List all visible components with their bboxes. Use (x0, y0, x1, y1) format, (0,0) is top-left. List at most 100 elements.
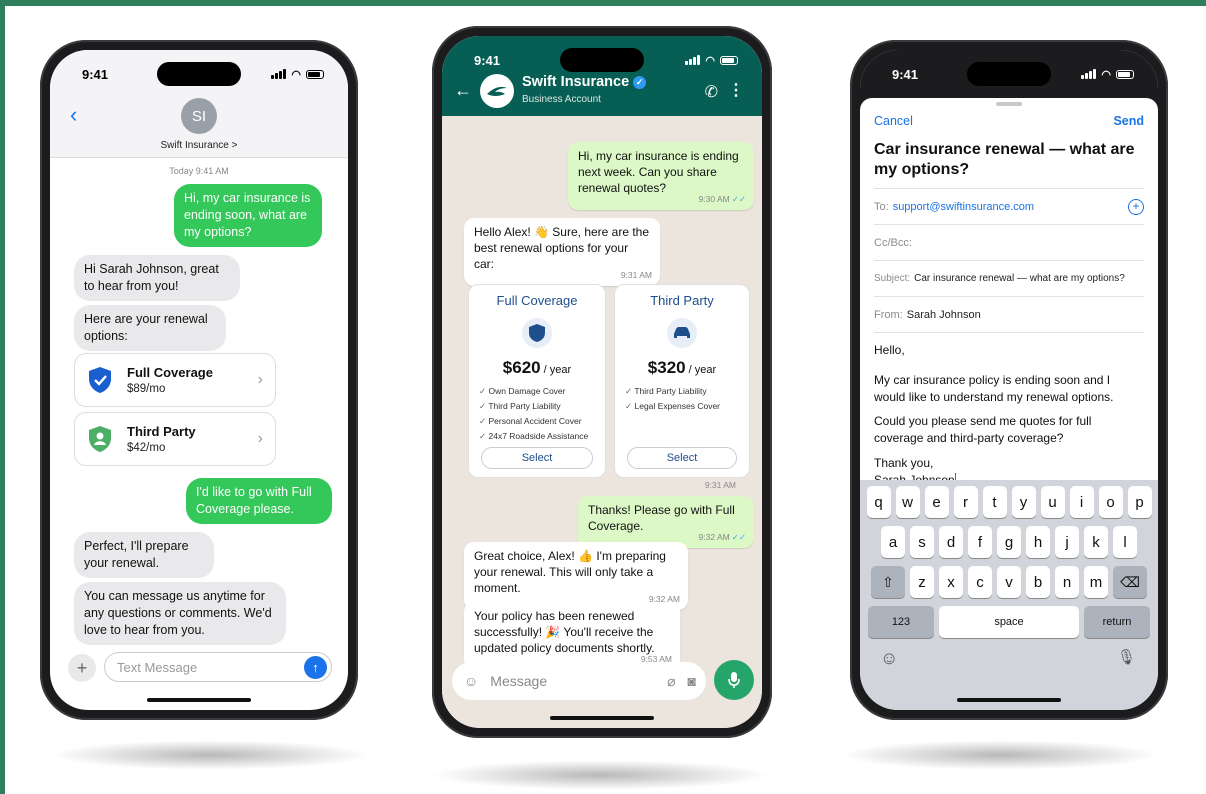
keyboard-key[interactable]: f (968, 526, 992, 558)
emoji-icon[interactable]: ☺ (464, 673, 478, 689)
back-arrow-icon[interactable]: ← (454, 80, 472, 101)
to-field[interactable]: To: support@swiftinsurance.com + (874, 188, 1144, 224)
body-greeting[interactable]: Hello, (874, 342, 1144, 359)
body-paragraph[interactable]: Could you please send me quotes for full… (874, 413, 1144, 447)
return-key[interactable]: return (1084, 606, 1150, 638)
phone-shadow (840, 740, 1160, 770)
keyboard-key[interactable]: x (939, 566, 963, 598)
keyboard-key[interactable]: r (953, 486, 978, 518)
subject-label: Subject: (874, 273, 911, 284)
phone-shadow (430, 760, 770, 790)
body-signoff[interactable]: Thank you, (874, 455, 1144, 472)
phone-call-icon[interactable]: ✆ (705, 82, 718, 102)
status-time: 9:41 (892, 66, 919, 82)
sheet-grabber[interactable] (996, 102, 1022, 106)
keyboard-key[interactable]: m (1084, 566, 1108, 598)
battery-icon (306, 69, 324, 79)
received-message: Great choice, Alex! 👍 I'm preparing your… (464, 542, 688, 610)
mail-screen: 9:41 ◠ Cancel Send Car insurance renewal… (860, 50, 1158, 710)
imessage-screen: 9:41 ◠ ‹ SI Swift Insurance > Today 9:41… (50, 50, 348, 710)
keyboard-key[interactable]: h (1026, 526, 1050, 558)
keyboard-key[interactable]: v (997, 566, 1021, 598)
dynamic-island (157, 62, 241, 86)
keyboard-key[interactable]: i (1069, 486, 1094, 518)
keyboard-key[interactable]: y (1011, 486, 1036, 518)
home-indicator (147, 698, 251, 702)
option-card-third-party[interactable]: Third Party $42/mo › (74, 412, 276, 466)
keyboard-key[interactable]: d (939, 526, 963, 558)
whatsapp-phone: 9:41 ◠ ← Swift Insurance ✓ Business Accou… (432, 26, 772, 738)
microphone-icon[interactable] (714, 660, 754, 700)
emoji-icon[interactable]: ☺ (880, 648, 898, 669)
wifi-icon: ◠ (1101, 68, 1111, 81)
keyboard-key[interactable]: g (997, 526, 1021, 558)
microphone-icon[interactable]: 🎙 (1117, 648, 1136, 666)
cancel-button[interactable]: Cancel (874, 114, 913, 128)
subject-field[interactable]: Subject: Car insurance renewal — what ar… (874, 260, 1144, 296)
keyboard-key[interactable]: a (881, 526, 905, 558)
keyboard-key[interactable]: u (1040, 486, 1065, 518)
message-input[interactable]: ☺ Message ⌀ ◙ (452, 662, 706, 700)
plan-price: $620 / year (502, 358, 572, 377)
send-arrow-icon[interactable]: ↑ (304, 656, 327, 679)
camera-icon[interactable]: ◙ (688, 673, 696, 689)
option-card-full-coverage[interactable]: Full Coverage $89/mo › (74, 353, 276, 407)
input-placeholder: Text Message (117, 659, 198, 675)
add-recipient-icon[interactable]: + (1128, 198, 1144, 215)
home-indicator (550, 716, 654, 720)
message-input[interactable]: Text Message ↑ (104, 652, 332, 682)
keyboard-key[interactable]: z (910, 566, 934, 598)
attach-icon[interactable]: ⌀ (667, 673, 675, 690)
keyboard-key[interactable]: l (1113, 526, 1137, 558)
battery-icon (1116, 69, 1134, 79)
select-button[interactable]: Select (481, 447, 593, 469)
from-value[interactable]: Sarah Johnson (907, 309, 981, 321)
ccbcc-field[interactable]: Cc/Bcc: (874, 224, 1144, 260)
dynamic-island (560, 48, 644, 72)
shield-icon (522, 318, 552, 348)
back-chevron-icon[interactable]: ‹ (70, 102, 77, 128)
received-message: Hi Sarah Johnson, great to hear from you… (74, 255, 240, 301)
body-paragraph[interactable]: My car insurance policy is ending soon a… (874, 372, 1144, 406)
numbers-key[interactable]: 123 (868, 606, 934, 638)
keyboard-key[interactable]: c (968, 566, 992, 598)
imessage-phone: 9:41 ◠ ‹ SI Swift Insurance > Today 9:41… (40, 40, 358, 720)
subject-value[interactable]: Car insurance renewal — what are my opti… (914, 273, 1125, 284)
swift-insurance-logo (480, 74, 514, 108)
chat-title[interactable]: Swift Insurance ✓ (522, 74, 647, 90)
keyboard-key[interactable]: j (1055, 526, 1079, 558)
keyboard-key[interactable]: p (1127, 486, 1152, 518)
keyboard-key[interactable]: o (1098, 486, 1123, 518)
message-timestamp: Today 9:41 AM (169, 166, 229, 176)
plan-card-full-coverage[interactable]: Full Coverage $620 / year Own Damage Cov… (468, 284, 606, 478)
to-label: To: (874, 200, 889, 213)
from-label: From: (874, 308, 903, 321)
plus-icon[interactable]: + (68, 654, 96, 682)
shift-key[interactable]: ⇧ (871, 566, 905, 598)
top-accent-bar (0, 0, 1206, 6)
sent-message: Hi, my car insurance is ending soon, wha… (174, 184, 322, 247)
received-message: Hello Alex! 👋 Sure, here are the best re… (464, 218, 660, 286)
plan-card-third-party[interactable]: Third Party $320 / year Third Party Liab… (614, 284, 750, 478)
from-field[interactable]: From: Sarah Johnson (874, 296, 1144, 332)
signal-icon (1081, 69, 1097, 79)
keyboard-key[interactable]: k (1084, 526, 1108, 558)
keyboard-key[interactable]: t (982, 486, 1007, 518)
keyboard-key[interactable]: s (910, 526, 934, 558)
keyboard-key[interactable]: q (866, 486, 891, 518)
contact-name[interactable]: Swift Insurance > (50, 140, 348, 151)
keyboard-key[interactable]: b (1026, 566, 1050, 598)
keyboard-key[interactable]: e (924, 486, 949, 518)
space-key[interactable]: space (939, 606, 1079, 638)
keyboard-key[interactable]: n (1055, 566, 1079, 598)
wifi-icon: ◠ (705, 54, 715, 67)
plans-time: 9:31 AM (704, 480, 736, 490)
more-menu-icon[interactable]: ⋮ (728, 80, 744, 100)
avatar[interactable]: SI (181, 98, 217, 134)
send-button[interactable]: Send (1113, 114, 1144, 128)
backspace-key[interactable]: ⌫ (1113, 566, 1147, 598)
keyboard-key[interactable]: w (895, 486, 920, 518)
to-value[interactable]: support@swiftinsurance.com (893, 201, 1034, 213)
plan-title: Full Coverage (496, 293, 578, 308)
select-button[interactable]: Select (627, 447, 737, 469)
